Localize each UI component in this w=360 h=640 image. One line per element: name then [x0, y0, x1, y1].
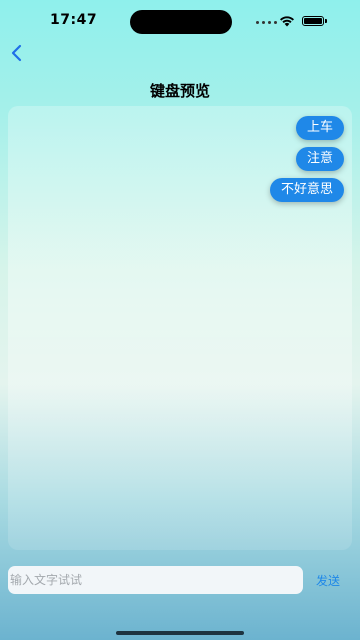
battery-icon — [302, 16, 324, 26]
status-bar: 17:47 — [0, 0, 360, 44]
signal-dots-icon — [256, 21, 277, 24]
message-bubble[interactable]: 上车 — [295, 116, 344, 140]
wifi-icon — [280, 16, 294, 27]
message-bubble[interactable]: 注意 — [295, 147, 344, 171]
dynamic-island — [130, 10, 232, 34]
home-indicator — [116, 631, 244, 635]
message-list: 上车 注意 不好意思 — [269, 116, 344, 202]
send-button[interactable]: 发送 — [316, 572, 340, 589]
back-chevron-icon[interactable] — [8, 42, 28, 64]
status-time: 17:47 — [50, 12, 98, 28]
message-bubble[interactable]: 不好意思 — [269, 178, 344, 202]
message-input[interactable] — [8, 566, 303, 594]
page-title: 键盘预览 — [149, 82, 210, 100]
